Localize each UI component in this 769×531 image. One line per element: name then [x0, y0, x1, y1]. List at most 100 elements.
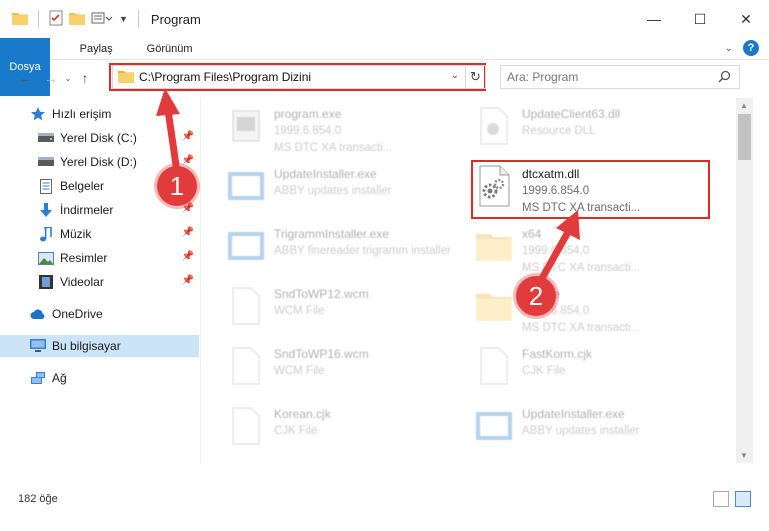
list-item[interactable]: FastKorm.cjk CJK File — [474, 344, 714, 402]
navigation-bar: ← → ⌄ ↑ C:\Program Files\Program Dizini … — [0, 60, 769, 96]
dll-icon — [474, 104, 514, 148]
tab-share[interactable]: Paylaş — [67, 38, 126, 59]
list-item[interactable]: UpdateInstaller.exe ABBY updates installe… — [474, 404, 714, 462]
window-controls: — ☐ ✕ — [631, 0, 769, 38]
forward-button[interactable]: → — [40, 66, 62, 90]
list-item[interactable]: program.exe 1999.6.854.0 MS DTC XA transac… — [226, 104, 466, 162]
file-description: Resource DLL — [522, 125, 596, 137]
quick-access-toolbar: ▼ — [0, 10, 143, 29]
file-icon — [474, 344, 514, 388]
scroll-up-icon[interactable]: ▲ — [740, 101, 748, 110]
refresh-icon: ↻ — [470, 69, 481, 84]
help-button[interactable]: ? — [743, 40, 759, 56]
sidebar-item-network[interactable]: Ağ — [0, 367, 200, 389]
sidebar-item-label: Hızlı erişim — [52, 107, 112, 121]
search-icon[interactable] — [718, 70, 731, 86]
documents-icon — [38, 178, 54, 194]
sidebar-item-pictures[interactable]: Resimler 📌 — [0, 247, 200, 269]
pin-icon[interactable]: 📌 — [182, 131, 194, 142]
chevron-down-icon[interactable]: ⌄ — [62, 66, 74, 90]
computer-icon — [30, 338, 46, 354]
search-field[interactable]: Ara: Program — [500, 65, 740, 89]
file-type: WCM File — [274, 305, 325, 317]
scroll-down-icon[interactable]: ▼ — [740, 451, 748, 460]
close-button[interactable]: ✕ — [723, 0, 769, 38]
sidebar-item-local-disk-c[interactable]: Yerel Disk (C:) 📌 — [0, 127, 200, 149]
scrollbar-thumb[interactable] — [738, 114, 751, 160]
search-input[interactable]: Ara: Program — [507, 70, 578, 84]
qat-dropdown-icon[interactable]: ▼ — [119, 14, 128, 24]
list-item[interactable]: TrigrammInstaller.exe ABBY finereader tri… — [226, 224, 466, 282]
folder-icon — [474, 284, 514, 328]
network-icon — [30, 370, 46, 386]
list-item[interactable]: Korean.cjk CJK File — [226, 404, 466, 462]
sidebar-item-label: Resimler — [60, 251, 108, 265]
installer-icon — [474, 404, 514, 448]
step-1-badge: 1 — [157, 166, 197, 206]
file-version: 1999.6.854.0 — [522, 245, 590, 257]
drive-icon — [38, 130, 54, 146]
file-description: ABBY finereader trigramm installer — [274, 245, 451, 257]
folder-icon — [474, 224, 514, 268]
expand-ribbon-icon[interactable]: ⌄ — [725, 43, 733, 54]
address-highlight-box — [109, 63, 486, 91]
file-name: program.exe — [274, 107, 342, 121]
minimize-button[interactable]: — — [631, 0, 677, 38]
list-item[interactable]: SndToWP16.wcm WCM File — [226, 344, 466, 402]
list-item[interactable]: UpdateClient63.dll Resource DLL — [474, 104, 714, 162]
file-description: MS DTC XA transacti... — [522, 262, 641, 274]
pane-divider — [200, 98, 201, 463]
file-icon — [226, 344, 266, 388]
file-icon — [226, 404, 266, 448]
properties-icon[interactable] — [49, 10, 63, 29]
ribbon-right: ⌄ ? — [725, 40, 759, 56]
pin-icon[interactable]: 📌 — [182, 251, 194, 262]
sidebar-item-videos[interactable]: Videolar 📌 — [0, 271, 200, 293]
pin-icon[interactable]: 📌 — [182, 227, 194, 238]
sidebar-item-label: İndirmeler — [60, 203, 114, 217]
file-type: CJK File — [522, 365, 566, 377]
list-item[interactable]: UpdateInstaller.exe ABBY updates installe… — [226, 164, 466, 222]
maximize-button[interactable]: ☐ — [677, 0, 723, 38]
back-button[interactable]: ← — [14, 66, 36, 90]
view-switcher — [713, 491, 751, 507]
sidebar-item-music[interactable]: Müzik 📌 — [0, 223, 200, 245]
sidebar-item-label: Ağ — [52, 371, 67, 385]
ribbon-tabs: Dosya Giriş Paylaş Görünüm ⌄ ? — [0, 38, 769, 96]
pin-icon[interactable]: 📌 — [182, 155, 194, 166]
sidebar-item-label: OneDrive — [52, 307, 103, 321]
tab-view[interactable]: Görünüm — [134, 38, 206, 59]
sidebar-item-this-pc[interactable]: Bu bilgisayar — [0, 335, 199, 357]
installer-icon — [226, 164, 266, 208]
step-2-badge: 2 — [516, 276, 556, 316]
file-type: CJK File — [274, 425, 318, 437]
status-bar: 182 öğe — [0, 488, 769, 510]
file-version: 1999.6.854.0 — [274, 125, 342, 137]
new-folder-icon[interactable] — [69, 11, 85, 28]
up-button[interactable]: ↑ — [74, 66, 96, 90]
toolbar-divider — [137, 10, 139, 28]
file-description: ABBY updates installer — [522, 425, 640, 437]
tiles-view-icon[interactable] — [735, 491, 751, 507]
list-item[interactable]: x64 1999.6.854.0 MS DTC XA transacti... — [474, 224, 714, 282]
sidebar-item-onedrive[interactable]: OneDrive — [0, 303, 200, 325]
video-icon — [38, 274, 54, 290]
file-name: SndToWP12.wcm — [274, 287, 369, 301]
pin-icon[interactable]: 📌 — [182, 275, 194, 286]
sidebar-item-label: Yerel Disk (D:) — [60, 155, 137, 169]
folder-icon — [12, 11, 28, 28]
file-name: SndToWP16.wcm — [274, 347, 369, 361]
refresh-button[interactable]: ↻ — [466, 65, 486, 89]
customize-toolbar-icon[interactable] — [91, 11, 113, 28]
list-item[interactable]: Source1999.6.854.0MS DTC XA transacti... — [474, 284, 714, 342]
download-icon — [38, 202, 54, 218]
details-view-icon[interactable] — [713, 491, 729, 507]
list-item[interactable]: SndToWP12.wcm WCM File — [226, 284, 466, 342]
sidebar-item-label: Bu bilgisayar — [52, 339, 121, 353]
pictures-icon — [38, 250, 54, 266]
file-name: FastKorm.cjk — [522, 347, 593, 361]
file-list: program.exe 1999.6.854.0 MS DTC XA transac… — [206, 98, 736, 463]
vertical-scrollbar[interactable]: ▲ ▼ — [736, 98, 753, 463]
file-description: MS DTC XA transacti... — [522, 322, 641, 334]
sidebar-item-quick-access[interactable]: Hızlı erişim — [0, 103, 200, 125]
